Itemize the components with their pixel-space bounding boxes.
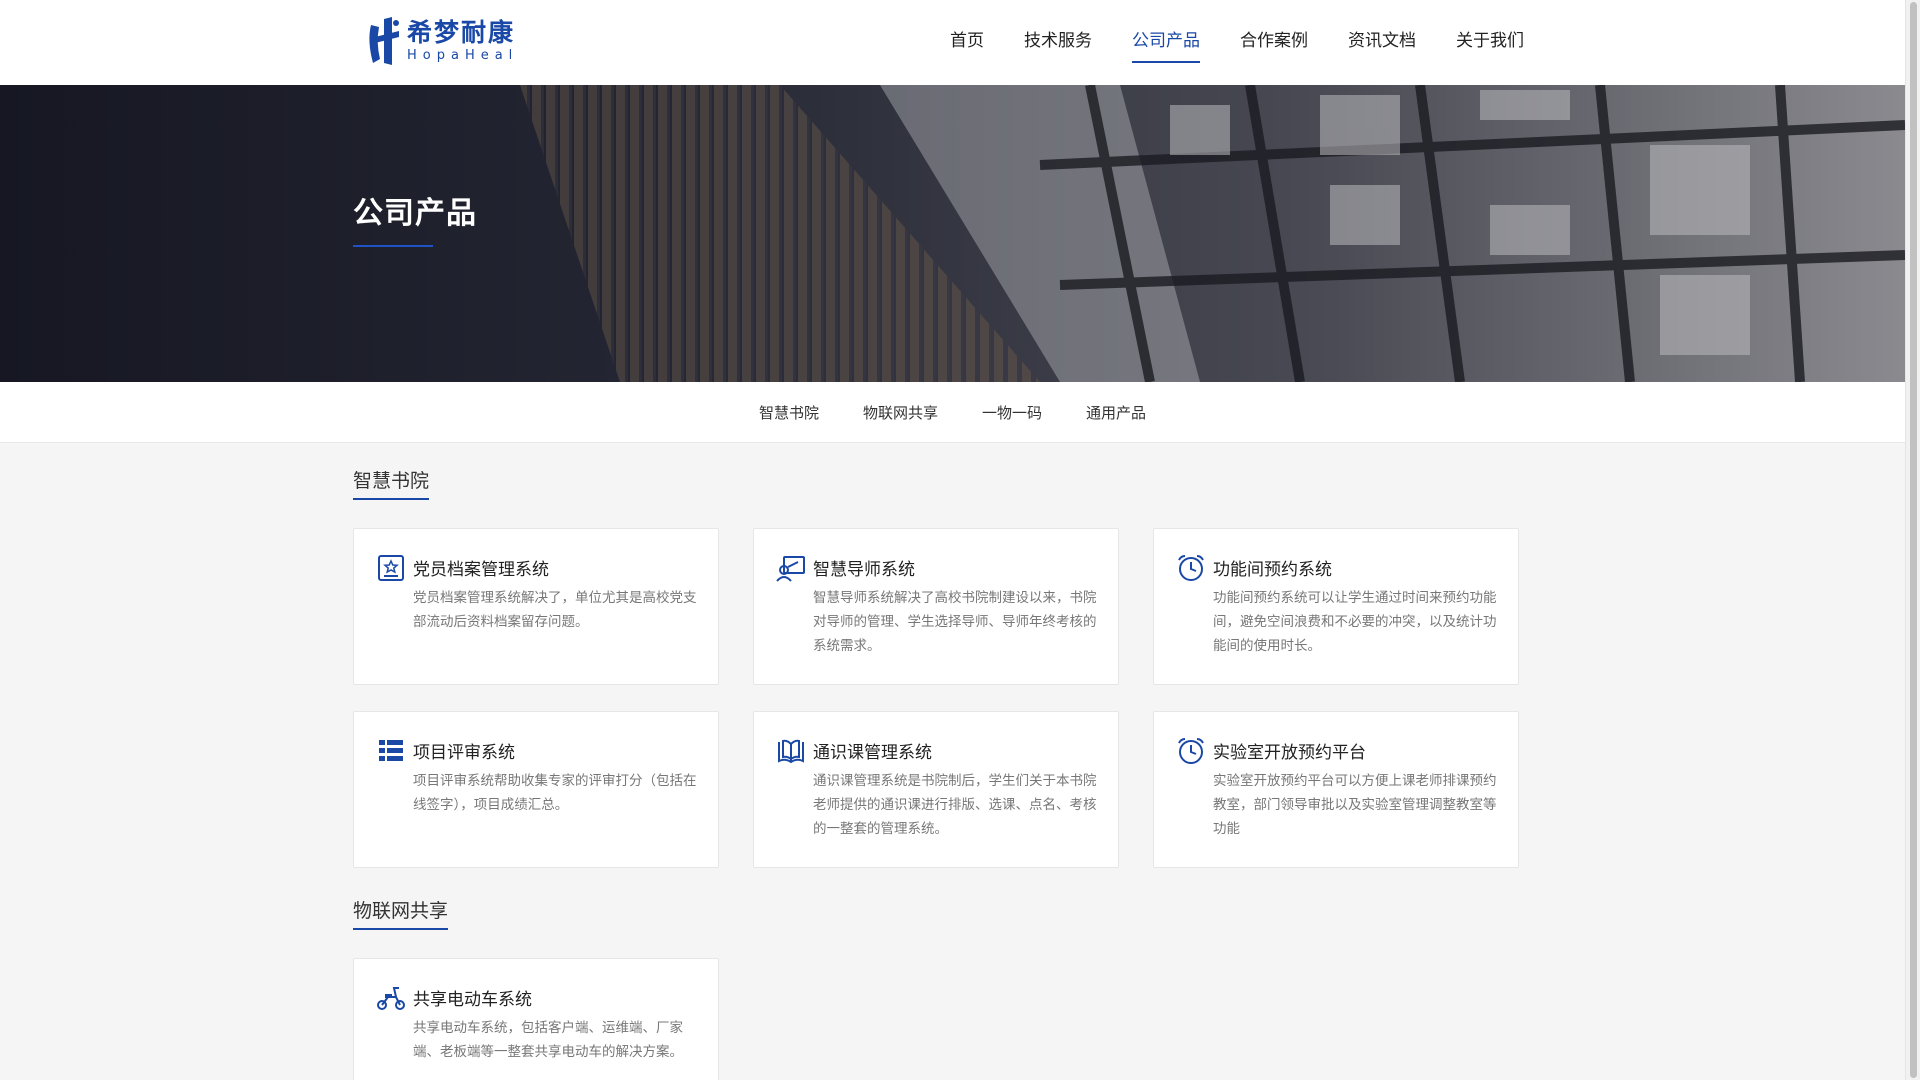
card-description: 项目评审系统帮助收集专家的评审打分（包括在线签字），项目成绩汇总。	[413, 773, 697, 813]
product-card[interactable]: 党员档案管理系统 党员档案管理系统解决了，单位尤其是高校党支部流动后资料档案留存…	[353, 528, 719, 685]
book-icon	[778, 739, 804, 764]
card-title: 功能间预约系统	[1213, 560, 1332, 580]
product-card[interactable]: 项目评审系统 项目评审系统帮助收集专家的评审打分（包括在线签字），项目成绩汇总。	[353, 711, 719, 868]
main-nav: 首页 技术服务 公司产品 合作案例 资讯文档 关于我们	[910, 0, 1524, 85]
section-title-smart-academy: 智慧书院	[353, 466, 430, 500]
page-scrollbar[interactable]	[1905, 0, 1920, 1080]
card-description: 实验室开放预约平台可以方便上课老师排课预约教室，部门领导审批以及实验室管理调整教…	[1213, 773, 1497, 837]
product-card[interactable]: 实验室开放预约平台 实验室开放预约平台可以方便上课老师排课预约教室，部门领导审批…	[1153, 711, 1519, 868]
product-card[interactable]: 功能间预约系统 功能间预约系统可以让学生通过时间来预约功能间，避免空间浪费和不必…	[1153, 528, 1519, 685]
product-card[interactable]: 共享电动车系统 共享电动车系统，包括客户端、运维端、厂家端、老板端等一整套共享电…	[353, 958, 719, 1080]
alarm-clock-icon	[1178, 738, 1204, 764]
card-title: 项目评审系统	[413, 743, 515, 763]
title-underline	[353, 245, 433, 247]
list-icon	[379, 740, 403, 761]
site-header: 希梦耐康 HopaHeal 首页 技术服务 公司产品 合作案例 资讯文档 关于我…	[0, 0, 1905, 85]
alarm-clock-icon	[1178, 555, 1204, 581]
party-member-icon	[378, 555, 404, 581]
library-bookshelf-image	[0, 85, 1905, 382]
card-title: 智慧导师系统	[813, 560, 915, 580]
card-description: 党员档案管理系统解决了，单位尤其是高校党支部流动后资料档案留存问题。	[413, 590, 697, 630]
nav-item-home[interactable]: 首页	[950, 0, 984, 85]
category-tabs: 智慧书院 物联网共享 一物一码 通用产品	[0, 382, 1905, 443]
card-description: 共享电动车系统，包括客户端、运维端、厂家端、老板端等一整套共享电动车的解决方案。	[413, 1020, 683, 1060]
tab-smart-academy[interactable]: 智慧书院	[759, 402, 819, 423]
nav-item-about[interactable]: 关于我们	[1456, 0, 1524, 85]
card-title: 党员档案管理系统	[413, 560, 549, 580]
card-description: 智慧导师系统解决了高校书院制建设以来，书院对导师的管理、学生选择导师、导师年终考…	[813, 590, 1097, 654]
page-banner: 公司产品	[0, 85, 1905, 382]
nav-item-news-docs[interactable]: 资讯文档	[1348, 0, 1416, 85]
section-title-iot-sharing: 物联网共享	[353, 896, 449, 930]
logo-name-en: HopaHeal	[407, 47, 519, 63]
logo-name-cn: 希梦耐康	[407, 17, 516, 47]
product-card[interactable]: 智慧导师系统 智慧导师系统解决了高校书院制建设以来，书院对导师的管理、学生选择导…	[753, 528, 1119, 685]
nav-item-products[interactable]: 公司产品	[1132, 0, 1200, 85]
tab-general-products[interactable]: 通用产品	[1086, 402, 1146, 423]
nav-item-tech-services[interactable]: 技术服务	[1024, 0, 1092, 85]
scooter-icon	[377, 987, 405, 1010]
card-title: 通识课管理系统	[813, 743, 932, 763]
tab-one-item-one-code[interactable]: 一物一码	[982, 402, 1042, 423]
logo-icon	[369, 17, 399, 65]
tab-iot-sharing[interactable]: 物联网共享	[863, 402, 938, 423]
mentor-icon	[776, 556, 805, 582]
product-card[interactable]: 通识课管理系统 通识课管理系统是书院制后，学生们关于本书院老师提供的通识课进行排…	[753, 711, 1119, 868]
card-description: 通识课管理系统是书院制后，学生们关于本书院老师提供的通识课进行排版、选课、点名、…	[813, 773, 1097, 837]
card-title: 共享电动车系统	[413, 990, 532, 1010]
card-title: 实验室开放预约平台	[1213, 743, 1366, 763]
page-title: 公司产品	[353, 196, 477, 231]
logo[interactable]: 希梦耐康 HopaHeal	[363, 15, 518, 67]
scrollbar-thumb[interactable]	[1910, 2, 1917, 1078]
card-description: 功能间预约系统可以让学生通过时间来预约功能间，避免空间浪费和不必要的冲突，以及统…	[1213, 590, 1497, 654]
nav-item-cases[interactable]: 合作案例	[1240, 0, 1308, 85]
